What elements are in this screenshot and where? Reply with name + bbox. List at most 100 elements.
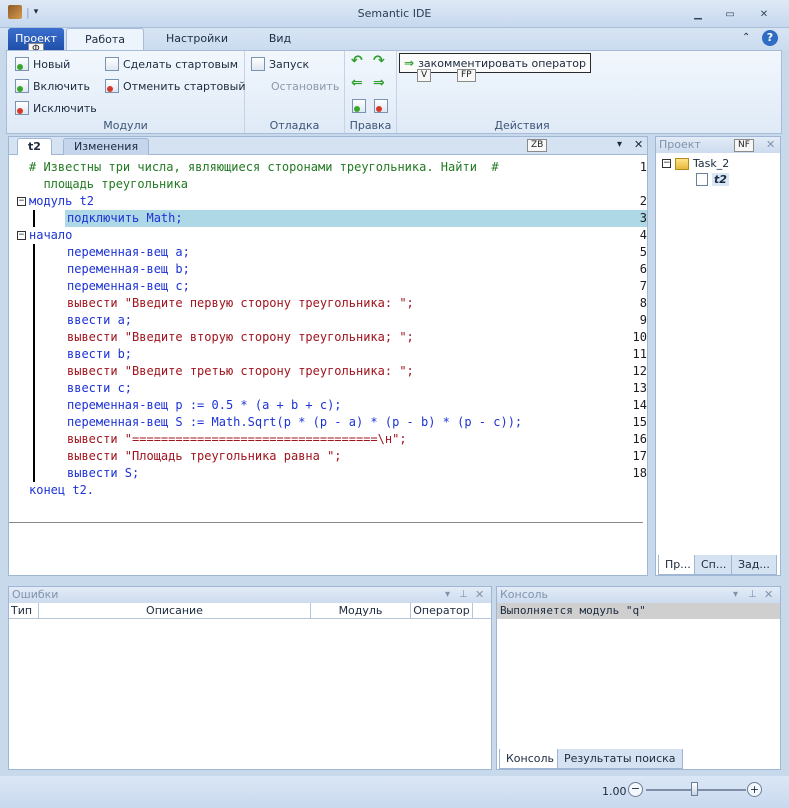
code-text: переменная-вещ S := Math.Sqrt(p * (p - a… — [67, 415, 523, 429]
code-line: переменная-вещ p := 0.5 * (a + b + c); 14 — [9, 397, 647, 414]
tab-changes[interactable]: Изменения — [63, 138, 150, 155]
editor-tab-bar: t2 Изменения ZB ▾ ✕ — [9, 137, 647, 155]
new-module-button[interactable]: Новый — [15, 55, 70, 73]
back-icon[interactable]: ⇐ — [351, 75, 363, 91]
project-root-label: Task_2 — [693, 157, 730, 170]
module-label: t2 — [712, 173, 729, 186]
zoom-out-icon[interactable]: − — [628, 782, 643, 797]
zoom-slider-thumb[interactable] — [691, 782, 698, 796]
tree-node-module[interactable]: t2 — [696, 173, 729, 186]
zoom-level: 1.00 — [602, 785, 627, 798]
keytip-fp: FP — [457, 69, 476, 82]
run-button[interactable]: Запуск — [251, 55, 309, 73]
zoom-in-icon[interactable]: + — [747, 782, 762, 797]
fold-guide — [33, 210, 35, 227]
column-module[interactable]: Модуль — [311, 603, 411, 619]
close-doc-icon[interactable]: ✕ — [634, 138, 643, 151]
close-button[interactable]: ✕ — [754, 8, 774, 22]
tab-t2[interactable]: t2 — [17, 138, 52, 155]
minimize-button[interactable]: ▁ — [688, 8, 708, 22]
keytip-nf: NF — [734, 139, 754, 152]
remove-bookmark-icon[interactable] — [374, 99, 388, 113]
tab-tasks[interactable]: Зад... — [731, 555, 777, 575]
include-module-button[interactable]: Включить — [15, 77, 90, 95]
project-folder-icon — [675, 157, 689, 170]
tab-console[interactable]: Консоль — [499, 749, 562, 769]
code-line: ввести b; 11 — [9, 346, 647, 363]
keytip-v: V — [417, 69, 432, 82]
group-modules-label: Модули — [103, 119, 148, 132]
cancel-start-label: Отменить стартовый — [123, 79, 246, 93]
code-line: вывести "===============================… — [9, 431, 647, 448]
tree-node-task[interactable]: − Task_2 — [662, 157, 729, 170]
collapse-ribbon-icon[interactable]: ⌃ — [742, 32, 750, 43]
panel-menu-icon[interactable]: ▾ — [445, 587, 450, 602]
line-number: 14 — [632, 398, 647, 412]
help-icon[interactable]: ? — [762, 30, 778, 46]
code-editor-window: t2 Изменения ZB ▾ ✕ # Известны три числа… — [8, 136, 648, 576]
line-number: 17 — [632, 449, 647, 463]
group-edit-label: Правка — [349, 119, 392, 132]
tab-project-tree[interactable]: Пр... — [658, 555, 698, 575]
close-panel-icon[interactable]: ✕ — [475, 587, 484, 602]
cancel-start-button[interactable]: Отменить стартовый — [105, 77, 246, 95]
include-document-icon — [15, 79, 29, 93]
group-debug: Запуск Остановить Отладка — [245, 51, 345, 133]
editor-divider — [9, 522, 643, 523]
tab-view[interactable]: Вид — [254, 28, 306, 50]
code-text: вывести "Введите первую сторону треуголь… — [67, 296, 414, 310]
redo-icon[interactable]: ↷ — [373, 53, 385, 69]
code-line: конец t2. — [9, 482, 647, 499]
collapse-toggle-icon[interactable]: − — [662, 159, 671, 168]
run-label: Запуск — [269, 57, 310, 71]
status-bar: 1.00 − + — [0, 776, 789, 808]
tab-reference[interactable]: Сп... — [694, 555, 734, 575]
stop-button[interactable]: Остановить — [271, 77, 339, 95]
make-start-button[interactable]: Сделать стартовым — [105, 55, 238, 73]
line-number: 2 — [639, 194, 647, 208]
forward-icon[interactable]: ⇒ — [373, 75, 385, 91]
pin-icon[interactable]: ⊥ — [459, 587, 468, 602]
code-text: вывести "Введите третью сторону треуголь… — [67, 364, 414, 378]
fold-toggle-icon[interactable]: − — [17, 231, 26, 240]
fold-toggle-icon[interactable]: − — [17, 197, 26, 206]
code-text: подключить Math; — [67, 211, 183, 225]
column-description[interactable]: Описание — [39, 603, 311, 619]
line-number: 4 — [639, 228, 647, 242]
code-line: − модуль t2 2 — [9, 193, 647, 210]
line-number: 9 — [639, 313, 647, 327]
tab-settings[interactable]: Настройки — [152, 28, 242, 50]
group-actions: ⇒ закомментировать оператор V FP Действи… — [397, 51, 783, 133]
close-panel-icon[interactable]: ✕ — [764, 587, 773, 602]
code-line-current: подключить Math; 3 — [65, 210, 647, 227]
group-modules: Новый Включить Исключить Сделать стартов… — [7, 51, 246, 133]
add-bookmark-icon[interactable] — [352, 99, 366, 113]
code-line: вывести S; 18 — [9, 465, 647, 482]
title-bar: | ▾ Semantic IDE ▁ ▭ ✕ — [0, 0, 789, 28]
panel-menu-icon[interactable]: ▾ — [733, 587, 738, 602]
code-line: вывести "Площадь треугольника равна "; 17 — [9, 448, 647, 465]
window-title: Semantic IDE — [357, 7, 432, 20]
console-output-row: Выполняется модуль "q" — [497, 603, 780, 619]
code-line: − начало 4 — [9, 227, 647, 244]
pin-icon[interactable]: ⊥ — [748, 587, 757, 602]
new-module-label: Новый — [33, 57, 71, 71]
column-type[interactable]: Тип — [9, 603, 39, 619]
code-line: площадь треугольника — [9, 176, 647, 193]
module-file-icon — [696, 173, 708, 186]
close-panel-icon[interactable]: ✕ — [766, 137, 775, 152]
group-actions-label: Действия — [494, 119, 550, 132]
code-line: переменная-вещ c; 7 — [9, 278, 647, 295]
tab-work[interactable]: Работа — [66, 28, 144, 50]
doc-menu-icon[interactable]: ▾ — [617, 139, 622, 150]
code-line: переменная-вещ b; 6 — [9, 261, 647, 278]
column-operator[interactable]: Оператор — [411, 603, 473, 619]
tab-search-results[interactable]: Результаты поиска — [557, 749, 683, 769]
undo-icon[interactable]: ↶ — [351, 53, 363, 69]
code-text: конец t2. — [29, 483, 95, 497]
maximize-button[interactable]: ▭ — [720, 8, 740, 22]
code-text: переменная-вещ c; — [67, 279, 190, 293]
exclude-module-button[interactable]: Исключить — [15, 99, 97, 117]
include-module-label: Включить — [33, 79, 91, 93]
line-number: 3 — [639, 211, 647, 225]
